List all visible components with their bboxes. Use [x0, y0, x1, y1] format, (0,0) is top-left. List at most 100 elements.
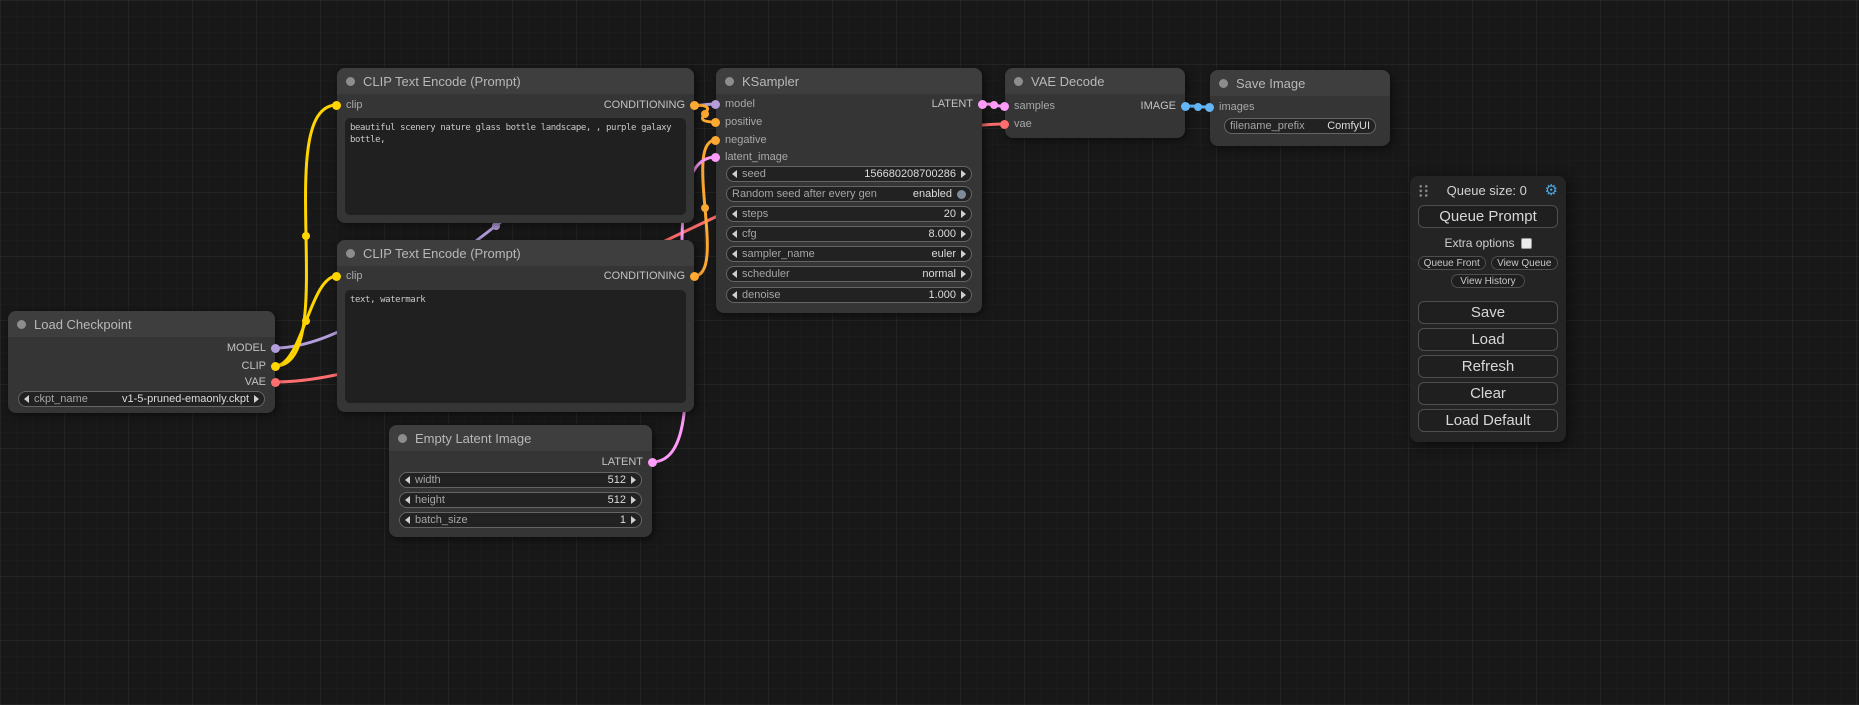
widget-value: normal — [922, 268, 956, 280]
load-default-button[interactable]: Load Default — [1418, 409, 1558, 432]
input-slot-latent-image: latent_image — [711, 150, 788, 164]
load-button[interactable]: Load — [1418, 328, 1558, 351]
output-slot-conditioning: CONDITIONING — [604, 269, 699, 283]
increment-arrow-icon[interactable] — [631, 476, 636, 484]
increment-arrow-icon[interactable] — [961, 270, 966, 278]
collapse-dot-icon[interactable] — [1014, 77, 1023, 86]
denoise-widget[interactable]: denoise 1.000 — [726, 287, 972, 303]
settings-gear-icon[interactable]: ⚙ — [1545, 183, 1558, 198]
clip-input-port[interactable] — [332, 101, 341, 110]
increment-arrow-icon[interactable] — [961, 210, 966, 218]
decrement-arrow-icon[interactable] — [24, 395, 29, 403]
node-titlebar[interactable]: Load Checkpoint — [8, 311, 275, 337]
width-widget[interactable]: width 512 — [399, 472, 642, 488]
positive-prompt-textarea[interactable]: beautiful scenery nature glass bottle la… — [345, 118, 686, 215]
decrement-arrow-icon[interactable] — [405, 516, 410, 524]
seed-widget[interactable]: seed 156680208700286 — [726, 166, 972, 182]
scheduler-widget[interactable]: scheduler normal — [726, 266, 972, 282]
increment-arrow-icon[interactable] — [631, 496, 636, 504]
node-titlebar[interactable]: CLIP Text Encode (Prompt) — [337, 68, 694, 94]
widget-value: 1 — [620, 514, 626, 526]
positive-input-port[interactable] — [711, 118, 720, 127]
node-vae-decode[interactable]: VAE Decode samples vae IMAGE — [1005, 68, 1185, 138]
samples-input-port[interactable] — [1000, 102, 1009, 111]
decrement-arrow-icon[interactable] — [732, 230, 737, 238]
node-clip-text-encode-positive[interactable]: CLIP Text Encode (Prompt) clip CONDITION… — [337, 68, 694, 223]
extra-options-checkbox[interactable] — [1521, 238, 1532, 249]
conditioning-output-port[interactable] — [690, 101, 699, 110]
ckpt-name-widget[interactable]: ckpt_name v1-5-pruned-emaonly.ckpt — [18, 391, 265, 407]
input-slot-negative: negative — [711, 133, 767, 147]
node-empty-latent-image[interactable]: Empty Latent Image LATENT width 512 heig… — [389, 425, 652, 537]
output-slot-latent: LATENT — [932, 97, 987, 111]
negative-input-port[interactable] — [711, 136, 720, 145]
node-clip-text-encode-negative[interactable]: CLIP Text Encode (Prompt) clip CONDITION… — [337, 240, 694, 412]
node-titlebar[interactable]: Save Image — [1210, 70, 1390, 96]
vae-output-port[interactable] — [271, 378, 280, 387]
increment-arrow-icon[interactable] — [631, 516, 636, 524]
collapse-dot-icon[interactable] — [346, 77, 355, 86]
drag-handle-icon[interactable] — [1418, 184, 1429, 198]
increment-arrow-icon[interactable] — [961, 170, 966, 178]
decrement-arrow-icon[interactable] — [732, 250, 737, 258]
node-load-checkpoint[interactable]: Load Checkpoint MODEL CLIP VAE ckpt_name… — [8, 311, 275, 413]
decrement-arrow-icon[interactable] — [732, 170, 737, 178]
model-input-port[interactable] — [711, 100, 720, 109]
view-history-button[interactable]: View History — [1451, 274, 1525, 288]
collapse-dot-icon[interactable] — [346, 249, 355, 258]
node-titlebar[interactable]: Empty Latent Image — [389, 425, 652, 451]
node-save-image[interactable]: Save Image images filename_prefix ComfyU… — [1210, 70, 1390, 146]
height-widget[interactable]: height 512 — [399, 492, 642, 508]
queue-prompt-button[interactable]: Queue Prompt — [1418, 205, 1558, 228]
node-ksampler[interactable]: KSampler model positive negative latent_… — [716, 68, 982, 313]
negative-prompt-textarea[interactable]: text, watermark — [345, 290, 686, 403]
increment-arrow-icon[interactable] — [254, 395, 259, 403]
view-queue-button[interactable]: View Queue — [1491, 256, 1559, 270]
decrement-arrow-icon[interactable] — [405, 476, 410, 484]
increment-arrow-icon[interactable] — [961, 291, 966, 299]
clip-input-port[interactable] — [332, 272, 341, 281]
node-title: KSampler — [742, 74, 799, 89]
steps-widget[interactable]: steps 20 — [726, 206, 972, 222]
node-titlebar[interactable]: VAE Decode — [1005, 68, 1185, 94]
decrement-arrow-icon[interactable] — [732, 210, 737, 218]
latent-output-port[interactable] — [978, 100, 987, 109]
conditioning-output-port[interactable] — [690, 272, 699, 281]
clear-button[interactable]: Clear — [1418, 382, 1558, 405]
model-output-port[interactable] — [271, 344, 280, 353]
wire-clip-positive — [275, 105, 337, 366]
batch-size-widget[interactable]: batch_size 1 — [399, 512, 642, 528]
decrement-arrow-icon[interactable] — [732, 270, 737, 278]
widget-value: 20 — [944, 208, 956, 220]
vae-input-port[interactable] — [1000, 120, 1009, 129]
queue-front-button[interactable]: Queue Front — [1418, 256, 1486, 270]
filename-prefix-widget[interactable]: filename_prefix ComfyUI — [1224, 118, 1376, 134]
decrement-arrow-icon[interactable] — [405, 496, 410, 504]
latent-image-input-port[interactable] — [711, 153, 720, 162]
clip-output-port[interactable] — [271, 362, 280, 371]
cfg-widget[interactable]: cfg 8.000 — [726, 226, 972, 242]
collapse-dot-icon[interactable] — [725, 77, 734, 86]
widget-label: steps — [742, 208, 768, 220]
node-titlebar[interactable]: CLIP Text Encode (Prompt) — [337, 240, 694, 266]
collapse-dot-icon[interactable] — [17, 320, 26, 329]
menu-header: Queue size: 0 ⚙ — [1418, 183, 1558, 198]
collapse-dot-icon[interactable] — [398, 434, 407, 443]
collapse-dot-icon[interactable] — [1219, 79, 1228, 88]
increment-arrow-icon[interactable] — [961, 250, 966, 258]
node-titlebar[interactable]: KSampler — [716, 68, 982, 94]
increment-arrow-icon[interactable] — [961, 230, 966, 238]
latent-output-port[interactable] — [648, 458, 657, 467]
widget-label: scheduler — [742, 268, 790, 280]
wire-midpoint-dot — [302, 232, 310, 240]
node-graph-canvas[interactable]: Load Checkpoint MODEL CLIP VAE ckpt_name… — [0, 0, 1859, 705]
node-title: CLIP Text Encode (Prompt) — [363, 246, 521, 261]
image-output-port[interactable] — [1181, 102, 1190, 111]
sampler-name-widget[interactable]: sampler_name euler — [726, 246, 972, 262]
images-input-port[interactable] — [1205, 103, 1214, 112]
random-seed-toggle-widget[interactable]: Random seed after every gen enabled — [726, 186, 972, 202]
refresh-button[interactable]: Refresh — [1418, 355, 1558, 378]
toggle-knob-icon[interactable] — [957, 190, 966, 199]
decrement-arrow-icon[interactable] — [732, 291, 737, 299]
save-button[interactable]: Save — [1418, 301, 1558, 324]
